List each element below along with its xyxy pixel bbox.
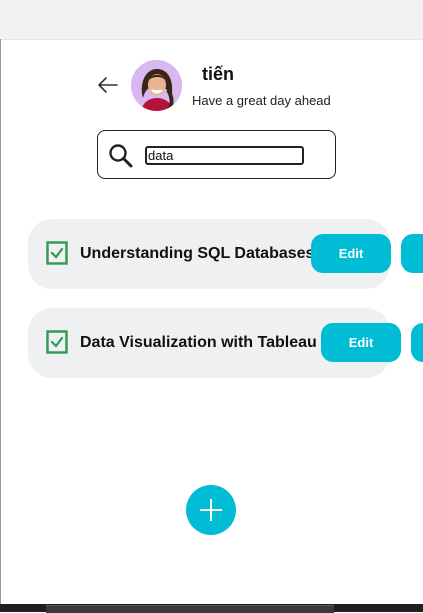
edit-button[interactable]: Edit (321, 323, 401, 362)
edit-button[interactable]: Edit (311, 234, 391, 273)
checked-box-icon[interactable] (46, 241, 68, 265)
add-task-button[interactable] (186, 485, 236, 535)
plus-icon (200, 499, 222, 521)
task-title: Understanding SQL Databases (80, 245, 315, 262)
delete-button[interactable] (401, 234, 423, 273)
checked-box-icon[interactable] (46, 330, 68, 354)
task-title: Data Visualization with Tableau (80, 334, 317, 351)
taskbar-strip (0, 604, 423, 613)
delete-button[interactable] (411, 323, 423, 362)
